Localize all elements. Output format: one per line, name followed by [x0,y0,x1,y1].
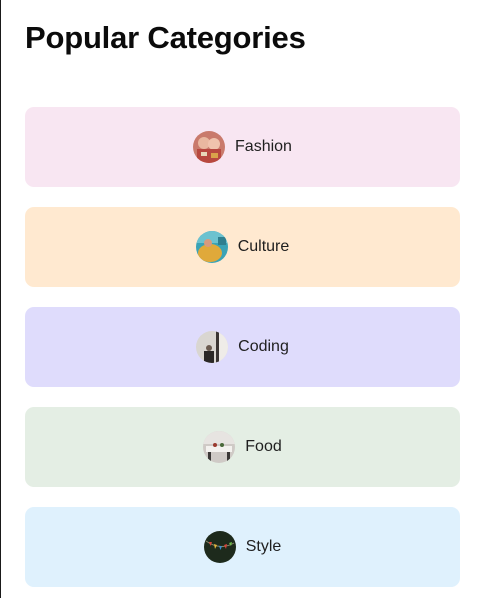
category-card-style[interactable]: Style [25,507,460,587]
category-label-style: Style [245,538,282,555]
style-photo-icon [203,531,236,563]
food-photo-icon [203,431,236,463]
category-label-coding: Coding [238,338,289,355]
category-label-food: Food [245,438,282,455]
category-card-coding[interactable]: Coding [25,307,460,387]
category-list: Fashion Culture Coding Food Style [25,107,460,607]
culture-photo-icon [195,231,228,263]
category-card-food[interactable]: Food [25,407,460,487]
category-card-culture[interactable]: Culture [25,207,460,287]
coding-photo-icon [196,331,229,363]
fashion-photo-icon [193,131,226,163]
category-label-fashion: Fashion [235,138,292,155]
left-border-line [0,0,1,598]
category-card-fashion[interactable]: Fashion [25,107,460,187]
category-label-culture: Culture [237,238,290,255]
page-title: Popular Categories [25,20,306,55]
